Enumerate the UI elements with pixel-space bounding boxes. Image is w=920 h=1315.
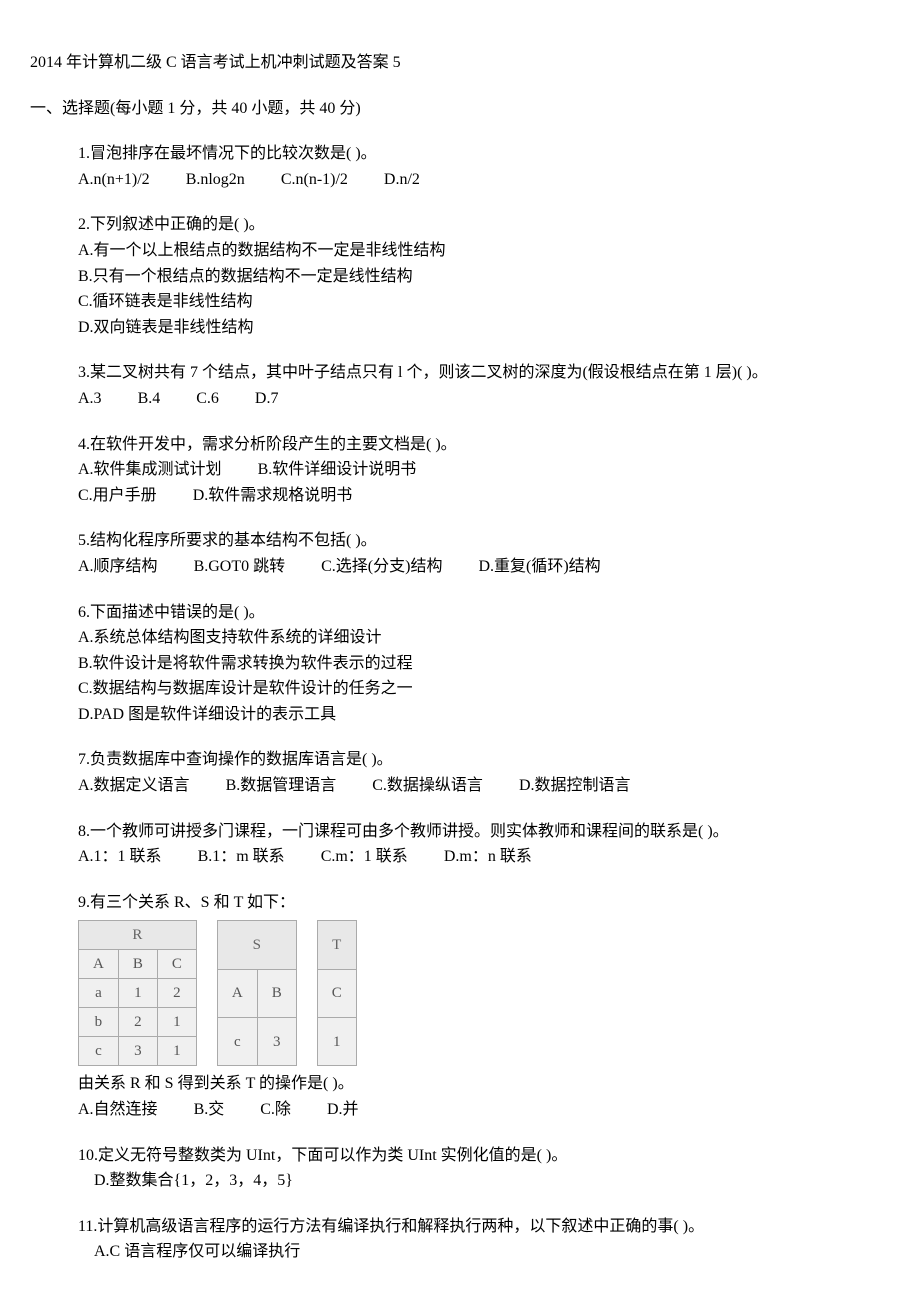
question-1: 1.冒泡排序在最坏情况下的比较次数是( )。 A.n(n+1)/2 B.nlog… — [78, 141, 890, 192]
question-2: 2.下列叙述中正确的是( )。 A.有一个以上根结点的数据结构不一定是非线性结构… — [78, 212, 890, 340]
option-d: D.n/2 — [384, 167, 420, 193]
option-d: D.双向链表是非线性结构 — [78, 315, 890, 341]
option-b: B.nlog2n — [186, 167, 245, 193]
option-a: A.C 语言程序仅可以编译执行 — [94, 1239, 890, 1265]
option-c: C.数据操纵语言 — [372, 773, 483, 799]
table-cell: 1 — [317, 1018, 356, 1066]
option-a: A.系统总体结构图支持软件系统的详细设计 — [78, 625, 890, 651]
option-c: C.选择(分支)结构 — [321, 554, 442, 580]
table-s: S A B c 3 — [217, 920, 297, 1066]
section-header: 一、选择题(每小题 1 分，共 40 小题，共 40 分) — [30, 96, 890, 122]
option-a: A.3 — [78, 386, 102, 412]
option-b: B.软件详细设计说明书 — [258, 457, 417, 483]
question-11: 11.计算机高级语言程序的运行方法有编译执行和解释执行两种，以下叙述中正确的事(… — [78, 1214, 890, 1265]
table-cell: 2 — [157, 979, 196, 1008]
option-d: D.并 — [327, 1097, 359, 1123]
question-6: 6.下面描述中错误的是( )。 A.系统总体结构图支持软件系统的详细设计 B.软… — [78, 600, 890, 728]
question-text: 10.定义无符号整数类为 UInt，下面可以作为类 UInt 实例化值的是( )… — [78, 1143, 890, 1169]
question-text: 5.结构化程序所要求的基本结构不包括( )。 — [78, 528, 890, 554]
question-text: 6.下面描述中错误的是( )。 — [78, 600, 890, 626]
option-b: B.软件设计是将软件需求转换为软件表示的过程 — [78, 651, 890, 677]
table-cell: c — [79, 1037, 119, 1066]
option-b: B.数据管理语言 — [226, 773, 337, 799]
table-header: A — [79, 950, 119, 979]
table-cell: 1 — [118, 979, 157, 1008]
option-d: D.7 — [255, 386, 279, 412]
option-b: B.交 — [194, 1097, 225, 1123]
option-c: C.除 — [260, 1097, 291, 1123]
question-3: 3.某二叉树共有 7 个结点，其中叶子结点只有 l 个，则该二叉树的深度为(假设… — [78, 360, 890, 411]
table-header: B — [118, 950, 157, 979]
question-text: 7.负责数据库中查询操作的数据库语言是( )。 — [78, 747, 890, 773]
question-text: 3.某二叉树共有 7 个结点，其中叶子结点只有 l 个，则该二叉树的深度为(假设… — [78, 360, 890, 386]
option-a: A.自然连接 — [78, 1097, 158, 1123]
option-d: D.重复(循环)结构 — [478, 554, 600, 580]
table-cell: 3 — [118, 1037, 157, 1066]
document-title: 2014 年计算机二级 C 语言考试上机冲刺试题及答案 5 — [30, 50, 890, 76]
question-9: 9.有三个关系 R、S 和 T 如下： R A B C a 1 2 b 2 1 … — [78, 890, 890, 1123]
option-b: B.GOT0 跳转 — [194, 554, 286, 580]
option-b: B.4 — [138, 386, 161, 412]
question-text: 4.在软件开发中，需求分析阶段产生的主要文档是( )。 — [78, 432, 890, 458]
option-d: D.PAD 图是软件详细设计的表示工具 — [78, 702, 890, 728]
question-7: 7.负责数据库中查询操作的数据库语言是( )。 A.数据定义语言 B.数据管理语… — [78, 747, 890, 798]
option-a: A.n(n+1)/2 — [78, 167, 150, 193]
table-header: B — [257, 969, 296, 1017]
table-t: T C 1 — [317, 920, 357, 1066]
option-c: C.数据结构与数据库设计是软件设计的任务之一 — [78, 676, 890, 702]
option-a: A.数据定义语言 — [78, 773, 190, 799]
question-10: 10.定义无符号整数类为 UInt，下面可以作为类 UInt 实例化值的是( )… — [78, 1143, 890, 1194]
option-a: A.1：1 联系 — [78, 844, 162, 870]
table-header: C — [317, 969, 356, 1017]
question-text: 1.冒泡排序在最坏情况下的比较次数是( )。 — [78, 141, 890, 167]
option-c: C.循环链表是非线性结构 — [78, 289, 890, 315]
table-s-name: S — [217, 921, 296, 969]
table-cell: b — [79, 1008, 119, 1037]
option-a: A.有一个以上根结点的数据结构不一定是非线性结构 — [78, 238, 890, 264]
option-c: C.n(n-1)/2 — [281, 167, 348, 193]
option-c: C.6 — [196, 386, 219, 412]
question-text: 2.下列叙述中正确的是( )。 — [78, 212, 890, 238]
option-d: D.m：n 联系 — [444, 844, 532, 870]
option-d: D.数据控制语言 — [519, 773, 631, 799]
question-4: 4.在软件开发中，需求分析阶段产生的主要文档是( )。 A.软件集成测试计划 B… — [78, 432, 890, 509]
question-8: 8.一个教师可讲授多门课程，一门课程可由多个教师讲授。则实体教师和课程间的联系是… — [78, 819, 890, 870]
question-5: 5.结构化程序所要求的基本结构不包括( )。 A.顺序结构 B.GOT0 跳转 … — [78, 528, 890, 579]
option-b: B.1：m 联系 — [198, 844, 285, 870]
option-c: C.m：1 联系 — [321, 844, 408, 870]
option-c: C.用户手册 — [78, 483, 157, 509]
option-d: D.软件需求规格说明书 — [193, 483, 353, 509]
table-header: C — [157, 950, 196, 979]
option-a: A.软件集成测试计划 — [78, 457, 222, 483]
table-cell: 3 — [257, 1018, 296, 1066]
question-text: 8.一个教师可讲授多门课程，一门课程可由多个教师讲授。则实体教师和课程间的联系是… — [78, 819, 890, 845]
table-cell: 2 — [118, 1008, 157, 1037]
question-text-2: 由关系 R 和 S 得到关系 T 的操作是( )。 — [78, 1071, 890, 1097]
table-cell: a — [79, 979, 119, 1008]
option-a: A.顺序结构 — [78, 554, 158, 580]
relation-tables: R A B C a 1 2 b 2 1 c 3 1 S — [78, 920, 890, 1066]
option-b: B.只有一个根结点的数据结构不一定是线性结构 — [78, 264, 890, 290]
table-cell: c — [217, 1018, 257, 1066]
table-t-name: T — [317, 921, 356, 969]
table-header: A — [217, 969, 257, 1017]
option-d: D.整数集合{1，2，3，4，5} — [94, 1168, 890, 1194]
table-cell: 1 — [157, 1037, 196, 1066]
table-r: R A B C a 1 2 b 2 1 c 3 1 — [78, 920, 197, 1066]
table-cell: 1 — [157, 1008, 196, 1037]
question-text: 11.计算机高级语言程序的运行方法有编译执行和解释执行两种，以下叙述中正确的事(… — [78, 1214, 890, 1240]
table-r-name: R — [79, 921, 197, 950]
question-text: 9.有三个关系 R、S 和 T 如下： — [78, 890, 890, 916]
